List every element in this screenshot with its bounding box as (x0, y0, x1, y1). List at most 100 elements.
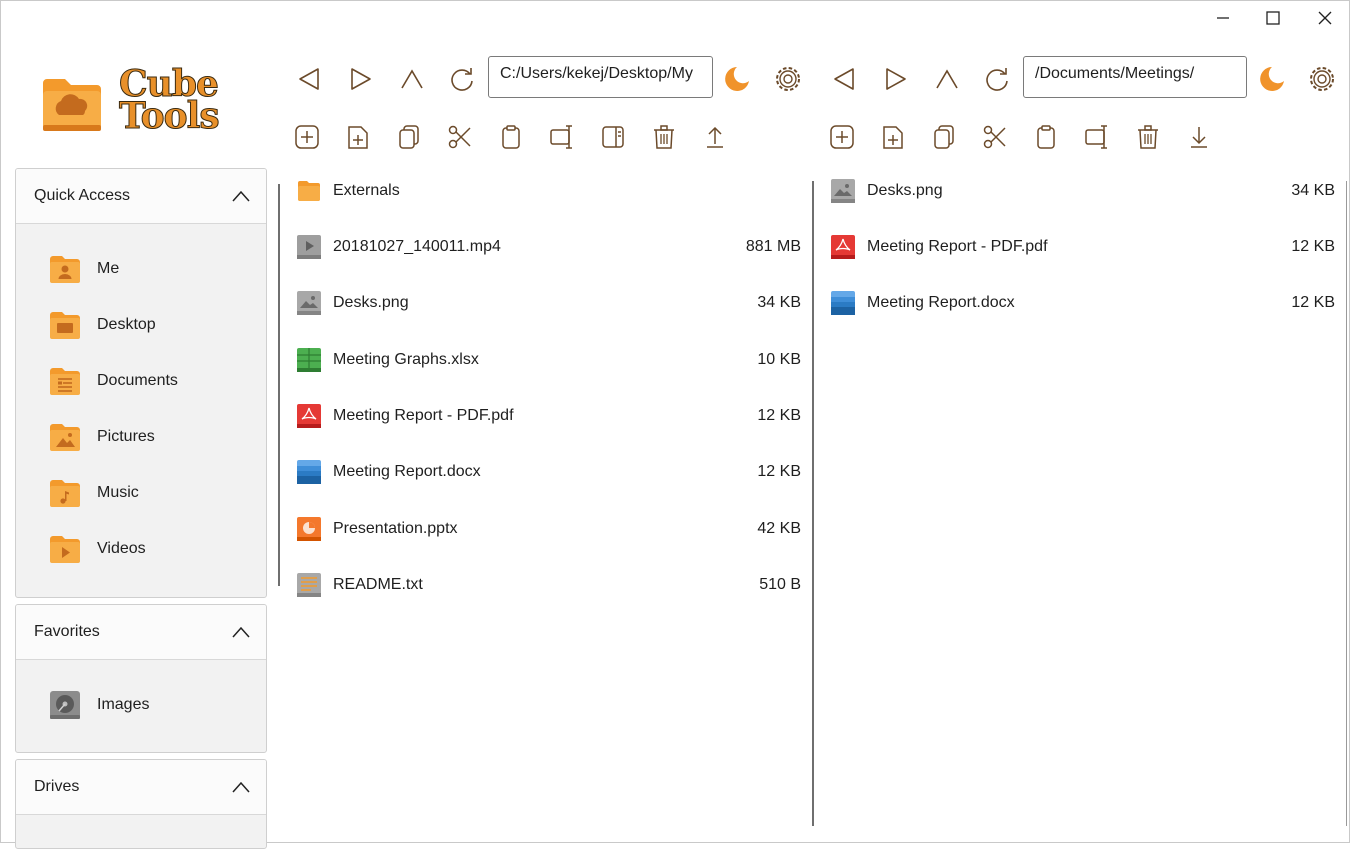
settings-button[interactable] (772, 63, 804, 95)
right-up-button[interactable] (931, 63, 963, 95)
scissors-icon (448, 125, 471, 149)
properties-button[interactable] (597, 121, 629, 153)
sidebar-item-me[interactable]: Me (16, 241, 266, 297)
refresh-icon (986, 68, 1008, 91)
file-row[interactable]: Desks.png 34 KB (831, 171, 1335, 211)
forward-button[interactable] (345, 63, 377, 95)
right-back-button[interactable] (828, 63, 860, 95)
sidebar-item-pictures[interactable]: Pictures (16, 409, 266, 465)
file-name: Meeting Graphs.xlsx (333, 351, 479, 368)
file-size: 34 KB (757, 294, 801, 311)
file-row[interactable]: 20181027_140011.mp4 881 MB (297, 227, 801, 267)
left-path-input[interactable]: C:/Users/kekej/Desktop/My (488, 56, 713, 98)
chevron-up-icon[interactable] (232, 781, 250, 793)
favorites-panel: Favorites Images (15, 604, 267, 753)
sidebar-item-desktop[interactable]: Desktop (16, 297, 266, 353)
documents-folder-icon (50, 368, 80, 395)
theme-toggle-button[interactable] (721, 63, 753, 95)
right-forward-button[interactable] (880, 63, 912, 95)
sidebar-item-label: Music (97, 484, 139, 501)
sidebar-item-label: Images (97, 696, 150, 713)
drives-panel: Drives (15, 759, 267, 849)
quick-access-header[interactable]: Quick Access (16, 169, 266, 224)
file-row[interactable]: Desks.png 34 KB (297, 283, 801, 323)
right-new-folder-button[interactable] (826, 121, 858, 153)
file-row[interactable]: Meeting Graphs.xlsx 10 KB (297, 340, 801, 380)
file-name: Externals (333, 182, 400, 199)
new-folder-button[interactable] (291, 121, 323, 153)
file-name: 20181027_140011.mp4 (333, 238, 501, 255)
maximize-button[interactable] (1248, 1, 1298, 35)
paste-button[interactable] (495, 121, 527, 153)
file-name: Meeting Report.docx (333, 463, 481, 480)
music-folder-icon (50, 480, 80, 507)
right-refresh-button[interactable] (981, 63, 1013, 95)
quick-access-panel: Quick Access Me Desktop Documents Pictur… (15, 168, 267, 598)
file-row[interactable]: Meeting Report - PDF.pdf 12 KB (831, 227, 1335, 267)
back-button[interactable] (293, 63, 325, 95)
copy-button[interactable] (393, 121, 425, 153)
drives-header[interactable]: Drives (16, 760, 266, 815)
favorites-title: Favorites (34, 623, 100, 640)
right-rename-button[interactable] (1081, 121, 1113, 153)
caret-up-icon (401, 69, 423, 89)
rename-button[interactable] (546, 121, 578, 153)
arrow-down-icon (1191, 127, 1207, 148)
right-paste-button[interactable] (1030, 121, 1062, 153)
presentation-file-icon (297, 517, 321, 541)
split-panel-icon (602, 126, 624, 148)
up-button[interactable] (396, 63, 428, 95)
right-cut-button[interactable] (979, 121, 1011, 153)
new-file-button[interactable] (342, 121, 374, 153)
moon-icon (1260, 67, 1284, 91)
refresh-button[interactable] (446, 63, 478, 95)
chevron-up-icon[interactable] (232, 626, 250, 638)
file-row[interactable]: README.txt 510 B (297, 565, 801, 605)
video-file-icon (297, 235, 321, 259)
right-new-file-button[interactable] (877, 121, 909, 153)
pdf-file-icon (297, 404, 321, 428)
right-theme-toggle-button[interactable] (1256, 63, 1288, 95)
rename-icon (1085, 125, 1107, 149)
file-size: 510 B (759, 576, 801, 593)
delete-button[interactable] (648, 121, 680, 153)
upload-button[interactable] (699, 121, 731, 153)
file-row[interactable]: Meeting Report.docx 12 KB (297, 452, 801, 492)
file-name: Presentation.pptx (333, 520, 458, 537)
close-button[interactable] (1300, 1, 1350, 35)
chevron-up-icon[interactable] (232, 190, 250, 202)
close-icon (1318, 11, 1332, 25)
document-file-icon (297, 460, 321, 484)
cut-button[interactable] (444, 121, 476, 153)
sidebar-item-images[interactable]: Images (16, 677, 266, 733)
download-button[interactable] (1183, 121, 1215, 153)
file-name: Desks.png (867, 182, 943, 199)
plus-square-icon (295, 125, 319, 149)
trash-icon (1138, 125, 1158, 149)
sidebar-item-label: Me (97, 260, 120, 277)
favorites-header[interactable]: Favorites (16, 605, 266, 660)
right-path-input[interactable]: /Documents/Meetings/ (1023, 56, 1247, 98)
sidebar-item-music[interactable]: Music (16, 465, 266, 521)
minimize-icon (1217, 17, 1229, 19)
gear-icon (1310, 67, 1334, 91)
right-copy-button[interactable] (928, 121, 960, 153)
sidebar-item-label: Pictures (97, 428, 155, 445)
file-row[interactable]: Meeting Report - PDF.pdf 12 KB (297, 396, 801, 436)
right-delete-button[interactable] (1132, 121, 1164, 153)
sidebar-item-documents[interactable]: Documents (16, 353, 266, 409)
minimize-button[interactable] (1198, 1, 1248, 35)
right-pane-scrollbar[interactable] (1346, 181, 1347, 826)
file-row[interactable]: Externals (297, 171, 801, 211)
quick-access-title: Quick Access (34, 187, 131, 204)
right-settings-button[interactable] (1306, 63, 1338, 95)
paste-icon (1037, 125, 1055, 149)
file-row[interactable]: Presentation.pptx 42 KB (297, 509, 801, 549)
sidebar-item-videos[interactable]: Videos (16, 521, 266, 577)
left-pane-scrollbar[interactable] (278, 184, 280, 586)
user-folder-icon (50, 256, 80, 283)
file-size: 12 KB (1291, 238, 1335, 255)
file-row[interactable]: Meeting Report.docx 12 KB (831, 283, 1335, 323)
pane-divider[interactable] (812, 181, 814, 826)
file-size: 881 MB (745, 238, 801, 255)
